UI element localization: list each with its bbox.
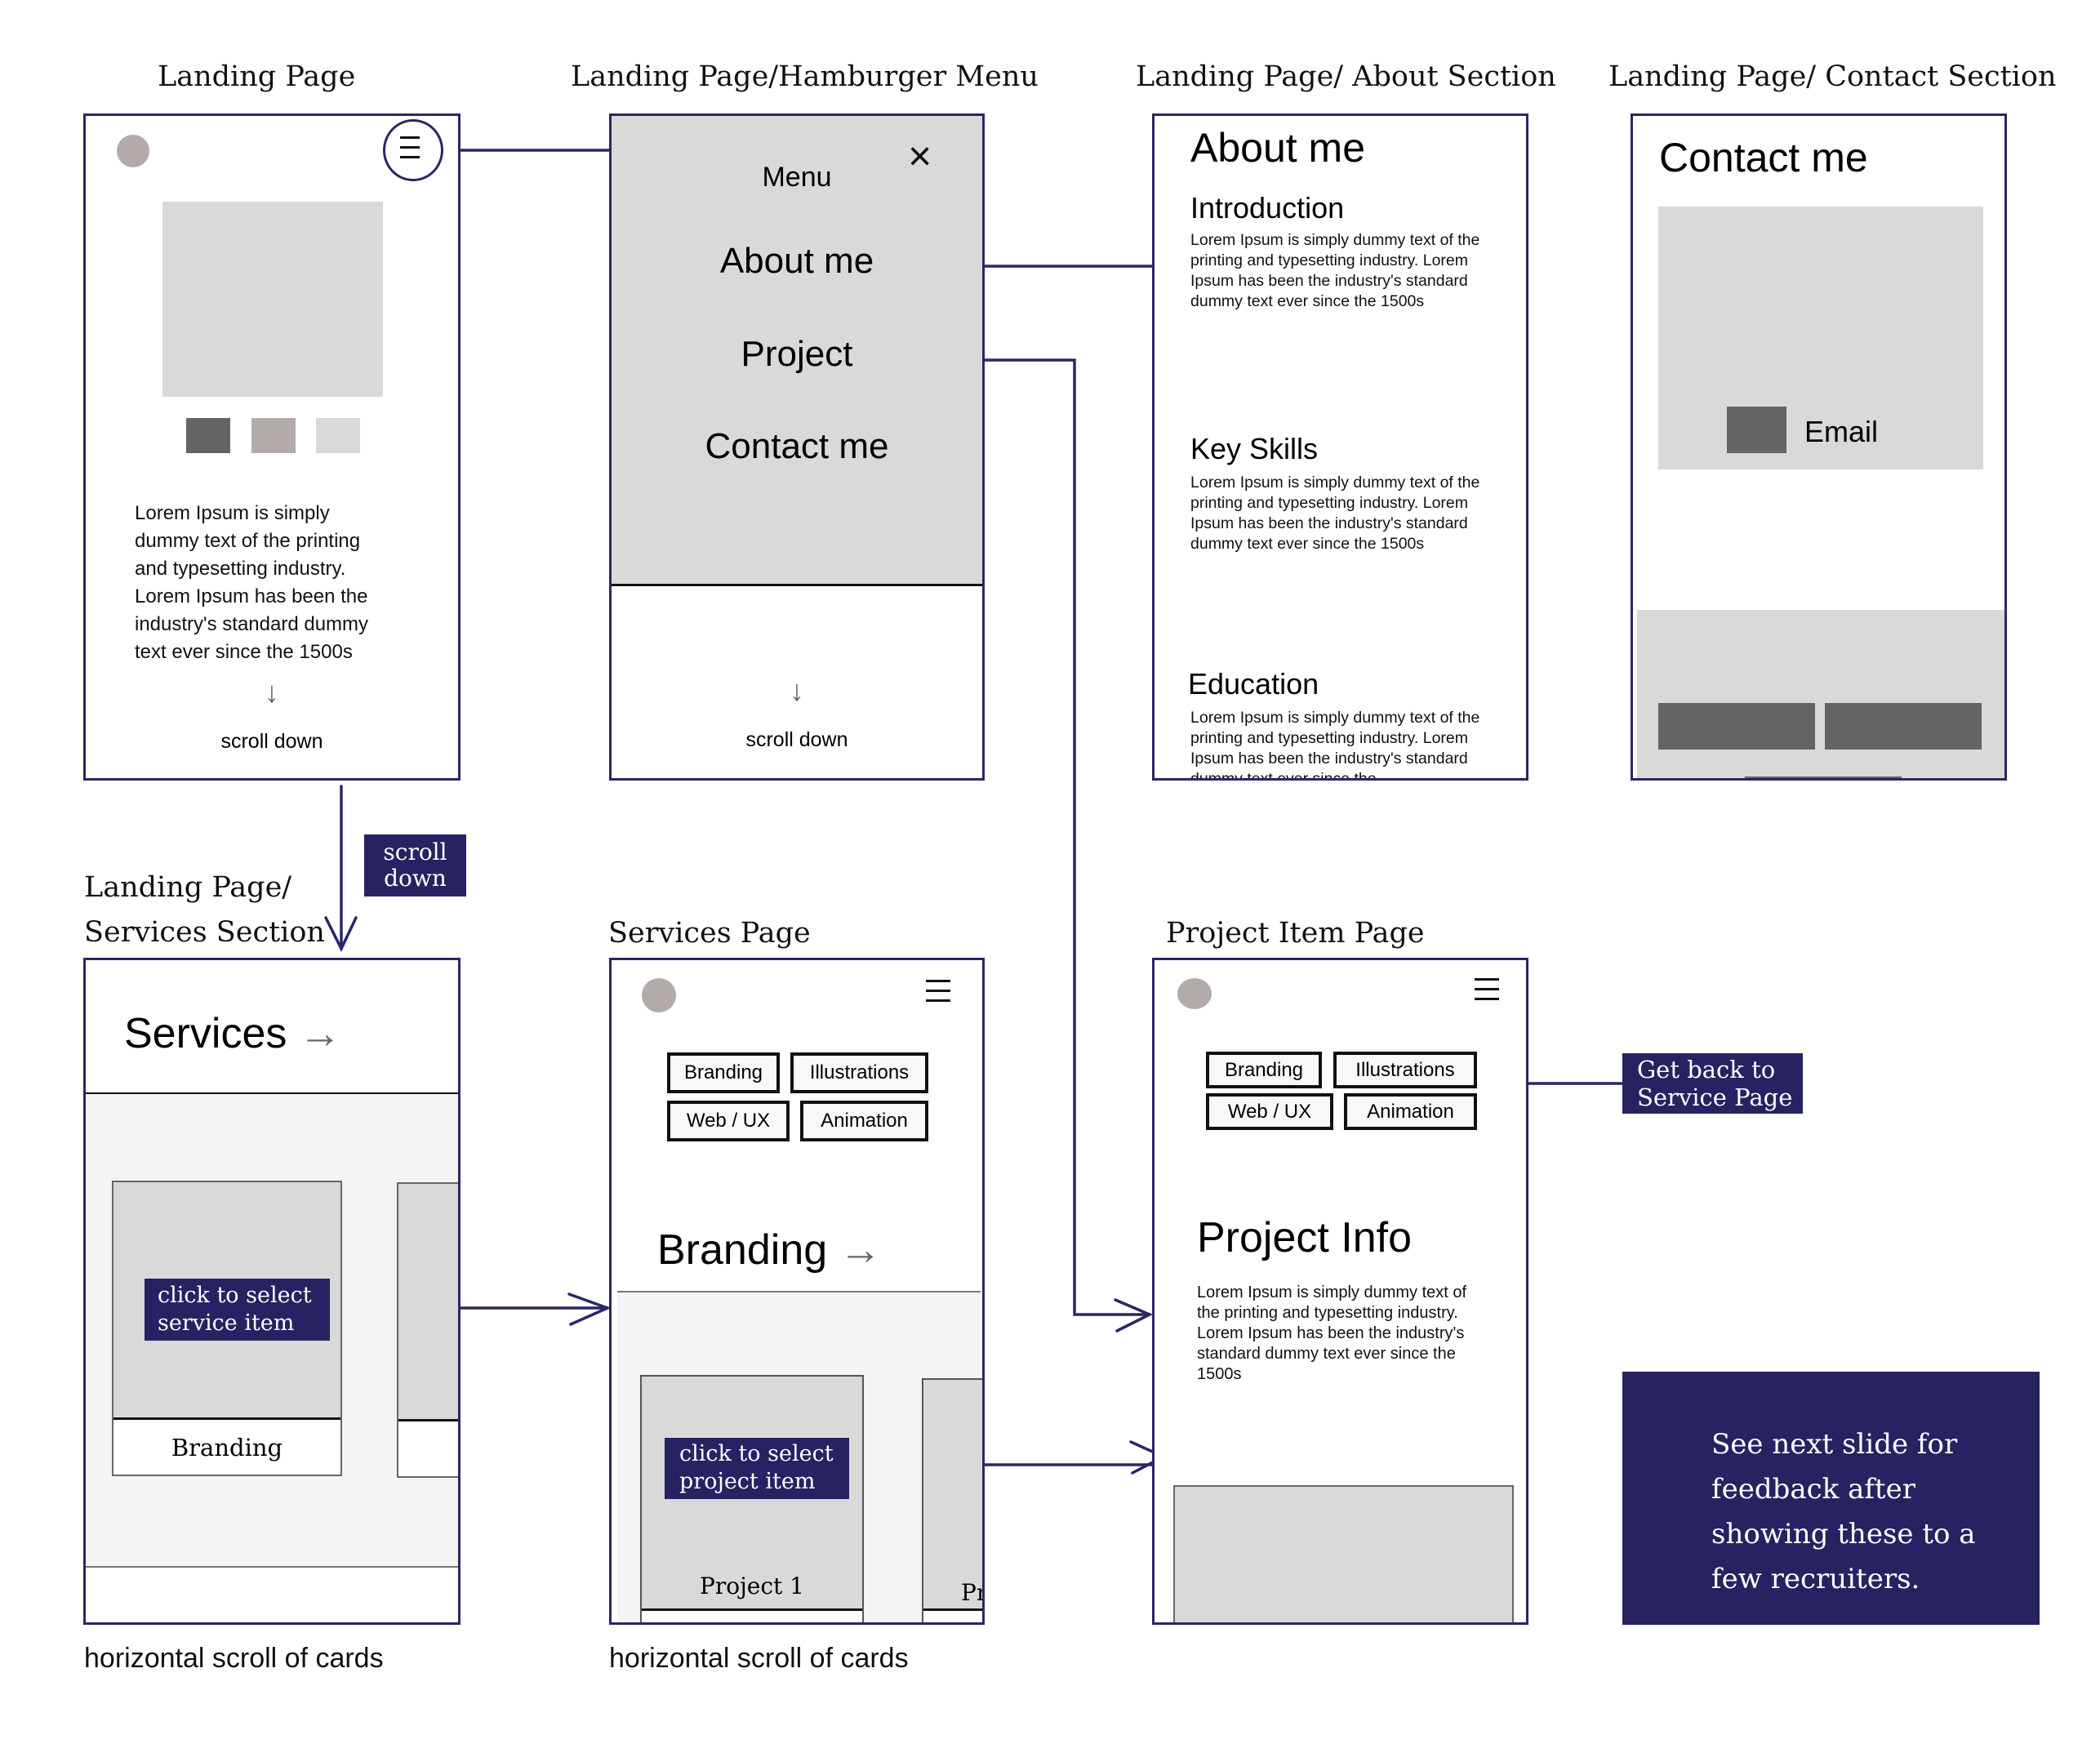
hamburger-icon[interactable] bbox=[926, 980, 950, 1004]
avatar bbox=[642, 978, 676, 1012]
caption-services-page: horizontal scroll of cards bbox=[609, 1643, 909, 1674]
project-card-1[interactable]: Project 1 bbox=[640, 1375, 864, 1622]
avatar bbox=[117, 135, 149, 167]
service-card-label: Branding bbox=[113, 1417, 340, 1475]
frame-title-landing: Landing Page bbox=[158, 60, 356, 93]
project-card-label-partial: Pr bbox=[961, 1579, 982, 1606]
frame-about-section: About me Introduction Lorem Ipsum is sim… bbox=[1152, 113, 1528, 781]
filter-chip-web-ux[interactable]: Web / UX bbox=[1206, 1093, 1333, 1130]
footer-button-1[interactable] bbox=[1658, 703, 1815, 750]
filter-chip-web-ux[interactable]: Web / UX bbox=[667, 1101, 790, 1141]
section-body-introduction: Lorem Ipsum is simply dummy text of the … bbox=[1190, 231, 1480, 310]
section-heading-education: Education bbox=[1188, 667, 1319, 701]
footer-button-3[interactable] bbox=[1745, 776, 1902, 778]
section-heading-introduction: Introduction bbox=[1190, 191, 1345, 225]
scroll-down-arrow-icon: ↓ bbox=[790, 674, 804, 707]
menu-item-about-me[interactable]: About me bbox=[612, 241, 982, 282]
annotation-scroll-down: scroll down bbox=[364, 834, 466, 896]
filter-chip-animation[interactable]: Animation bbox=[800, 1101, 928, 1141]
section-body-education: Lorem Ipsum is simply dummy text of the … bbox=[1190, 709, 1480, 781]
hamburger-icon[interactable] bbox=[1475, 978, 1499, 1001]
frame-title-line-2: Services Section bbox=[84, 916, 325, 949]
arrowhead-project bbox=[1114, 1298, 1154, 1332]
frame-services-page: Branding Illustrations Web / UX Animatio… bbox=[609, 958, 985, 1625]
note-next-slide: See next slide for feedback after showin… bbox=[1622, 1372, 2040, 1625]
about-heading: About me bbox=[1190, 125, 1366, 171]
service-card-next[interactable] bbox=[397, 1182, 458, 1478]
avatar bbox=[1177, 978, 1212, 1009]
project-card-label: Project 1 bbox=[700, 1573, 804, 1599]
branding-heading[interactable]: Branding → bbox=[657, 1226, 882, 1275]
frame-title-services-page: Services Page bbox=[608, 917, 811, 950]
project-image-placeholder bbox=[1173, 1485, 1514, 1622]
footer-button-2[interactable] bbox=[1825, 703, 1982, 750]
filter-chip-animation[interactable]: Animation bbox=[1344, 1093, 1477, 1130]
section-body-key-skills: Lorem Ipsum is simply dummy text of the … bbox=[1190, 474, 1480, 553]
menu-item-contact-me[interactable]: Contact me bbox=[612, 426, 982, 467]
annotation-select-service: click to select service item bbox=[145, 1279, 330, 1341]
frame-title-line-1: Landing Page/ bbox=[84, 871, 292, 904]
filter-chip-branding[interactable]: Branding bbox=[1206, 1052, 1322, 1088]
frame-landing-page: Lorem Ipsum is simply dummy text of the … bbox=[83, 113, 460, 781]
services-heading-label: Services bbox=[124, 1010, 287, 1057]
arrow-right-icon: → bbox=[839, 1226, 882, 1274]
project-info-heading: Project Info bbox=[1197, 1214, 1413, 1261]
frame-title-hamburger: Landing Page/Hamburger Menu bbox=[571, 60, 1039, 93]
hamburger-icon[interactable] bbox=[400, 136, 420, 158]
arrow-right-icon: → bbox=[298, 1010, 341, 1057]
intro-text: Lorem Ipsum is simply dummy text of the … bbox=[135, 502, 369, 663]
frame-title-project-item: Project Item Page bbox=[1166, 917, 1425, 950]
filter-chip-illustrations[interactable]: Illustrations bbox=[790, 1052, 928, 1093]
frame-contact-section: Contact me Email bbox=[1631, 113, 2007, 781]
close-icon[interactable]: × bbox=[908, 136, 932, 176]
annotation-select-project: click to select project item bbox=[665, 1438, 849, 1499]
carousel-dot-1[interactable] bbox=[186, 418, 230, 453]
contact-heading: Contact me bbox=[1659, 135, 1868, 180]
caption-services-section: horizontal scroll of cards bbox=[84, 1643, 384, 1674]
email-label[interactable]: Email bbox=[1804, 415, 1878, 449]
hamburger-highlight-circle[interactable] bbox=[383, 119, 443, 181]
service-card-next-label bbox=[398, 1419, 458, 1476]
arrowhead-service bbox=[567, 1292, 612, 1326]
filter-chip-illustrations[interactable]: Illustrations bbox=[1333, 1052, 1477, 1088]
email-icon[interactable] bbox=[1727, 407, 1786, 453]
annotation-get-back: Get back to Service Page bbox=[1622, 1053, 1803, 1114]
services-heading[interactable]: Services → bbox=[124, 1009, 341, 1058]
scroll-down-label[interactable]: scroll down bbox=[612, 728, 982, 752]
carousel-dot-2[interactable] bbox=[251, 418, 296, 453]
frame-hamburger-menu: Menu × About me Project Contact me ↓ scr… bbox=[609, 113, 985, 781]
frame-title-about: Landing Page/ About Section bbox=[1136, 60, 1556, 93]
project-card-footer bbox=[642, 1608, 862, 1622]
frame-services-section: Services → Branding click to select serv… bbox=[83, 958, 460, 1625]
filter-chip-branding[interactable]: Branding bbox=[667, 1052, 780, 1093]
frame-title-services-section: Landing Page/ Services Section bbox=[84, 865, 362, 955]
branding-heading-label: Branding bbox=[657, 1226, 828, 1274]
footer-panel bbox=[1637, 610, 2004, 778]
project-card-2[interactable]: Pr bbox=[922, 1378, 982, 1622]
scroll-down-arrow-icon: ↓ bbox=[265, 675, 279, 709]
scroll-down-label[interactable]: scroll down bbox=[86, 730, 458, 754]
project-info-body: Lorem Ipsum is simply dummy text of the … bbox=[1197, 1284, 1467, 1383]
carousel-dot-3[interactable] bbox=[316, 418, 360, 453]
section-heading-key-skills: Key Skills bbox=[1190, 432, 1319, 465]
menu-item-project[interactable]: Project bbox=[612, 334, 982, 375]
frame-title-contact: Landing Page/ Contact Section bbox=[1608, 60, 2057, 93]
hero-image-placeholder bbox=[162, 202, 383, 397]
frame-project-item-page: Branding Illustrations Web / UX Animatio… bbox=[1152, 958, 1528, 1625]
project-card-footer bbox=[923, 1608, 982, 1622]
